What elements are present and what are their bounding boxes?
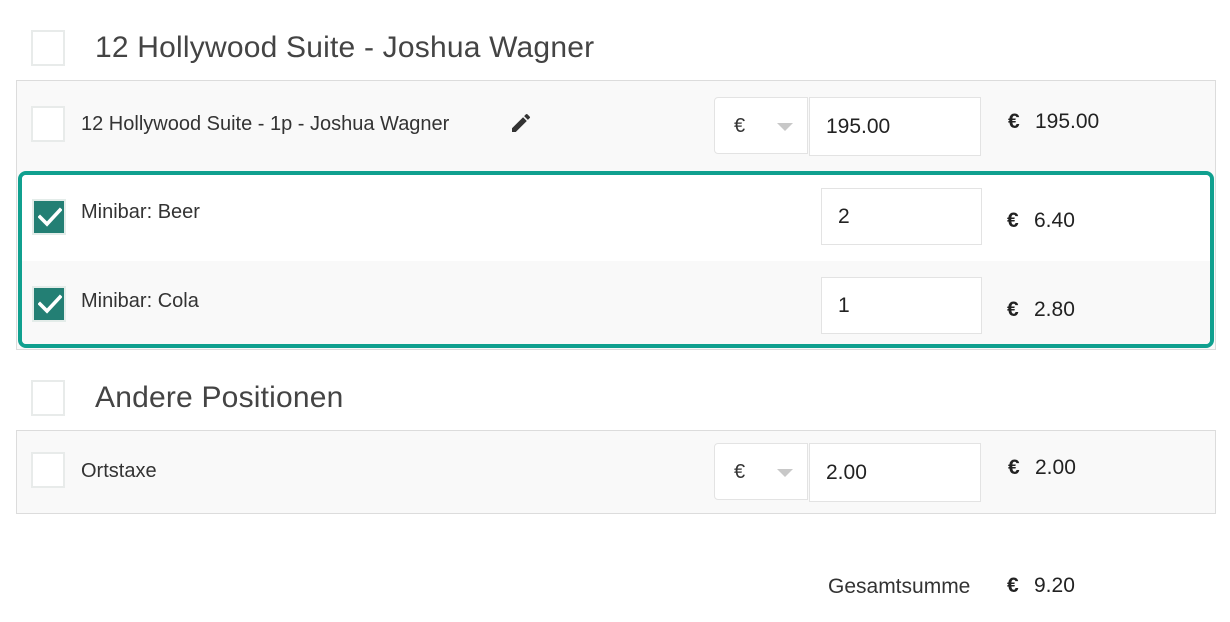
price-value: 2.80	[1034, 298, 1075, 321]
checkmark-icon	[38, 207, 62, 227]
line-item-label: Minibar: Beer	[81, 201, 200, 223]
line-item-minibar-cola: Minibar: Cola €2.80	[22, 261, 1210, 344]
line-item-price: €6.40	[1007, 209, 1075, 233]
currency-select[interactable]: €	[714, 443, 808, 500]
line-item-price: €2.80	[1007, 298, 1075, 322]
line-item-price: €195.00	[1008, 110, 1099, 134]
caret-down-icon	[777, 123, 793, 131]
group-header-other: Andere Positionen	[16, 374, 1216, 422]
caret-down-icon	[777, 469, 793, 477]
line-item-checkbox[interactable]	[31, 106, 65, 142]
line-item-checkbox-checked[interactable]	[32, 286, 66, 322]
price-currency: €	[1008, 110, 1020, 133]
group-header-room: 12 Hollywood Suite - Joshua Wagner	[16, 24, 1216, 72]
currency-select-value: €	[734, 115, 746, 137]
amount-input[interactable]	[809, 443, 981, 502]
line-item-label: 12 Hollywood Suite - 1p - Joshua Wagner	[81, 113, 450, 135]
line-item-ortstaxe: Ortstaxe € €2.00	[17, 431, 1215, 513]
line-item-checkbox[interactable]	[31, 452, 65, 488]
quantity-input[interactable]	[821, 188, 982, 245]
line-item-label: Ortstaxe	[81, 460, 157, 482]
group-title-other: Andere Positionen	[95, 381, 344, 414]
line-item-price: €2.00	[1008, 456, 1076, 480]
group-select-checkbox-room[interactable]	[31, 30, 65, 66]
line-item-checkbox-checked[interactable]	[32, 199, 66, 235]
total-value: 9.20	[1034, 574, 1075, 597]
group-panel-other: Ortstaxe € €2.00	[16, 430, 1216, 514]
price-currency: €	[1007, 209, 1019, 232]
currency-select-value: €	[734, 461, 746, 483]
currency-select[interactable]: €	[714, 97, 808, 154]
minibar-highlight: Minibar: Beer €6.40 Minibar: Cola €2.80	[18, 171, 1214, 348]
price-currency: €	[1008, 456, 1020, 479]
checkmark-icon	[38, 294, 62, 314]
total-currency: €	[1007, 574, 1019, 597]
amount-input[interactable]	[809, 97, 981, 156]
total-label: Gesamtsumme	[828, 575, 971, 598]
group-select-checkbox-other[interactable]	[31, 380, 65, 416]
line-item-room: 12 Hollywood Suite - 1p - Joshua Wagner …	[17, 81, 1215, 171]
price-currency: €	[1007, 298, 1019, 321]
line-item-minibar-beer: Minibar: Beer €6.40	[22, 175, 1210, 261]
total-amount: €9.20	[1007, 574, 1075, 598]
group-title-room: 12 Hollywood Suite - Joshua Wagner	[95, 31, 595, 64]
price-value: 195.00	[1035, 110, 1100, 133]
quantity-input[interactable]	[821, 277, 982, 334]
price-value: 2.00	[1035, 456, 1076, 479]
line-item-label: Minibar: Cola	[81, 290, 199, 312]
pencil-icon[interactable]	[509, 111, 533, 135]
price-value: 6.40	[1034, 209, 1075, 232]
